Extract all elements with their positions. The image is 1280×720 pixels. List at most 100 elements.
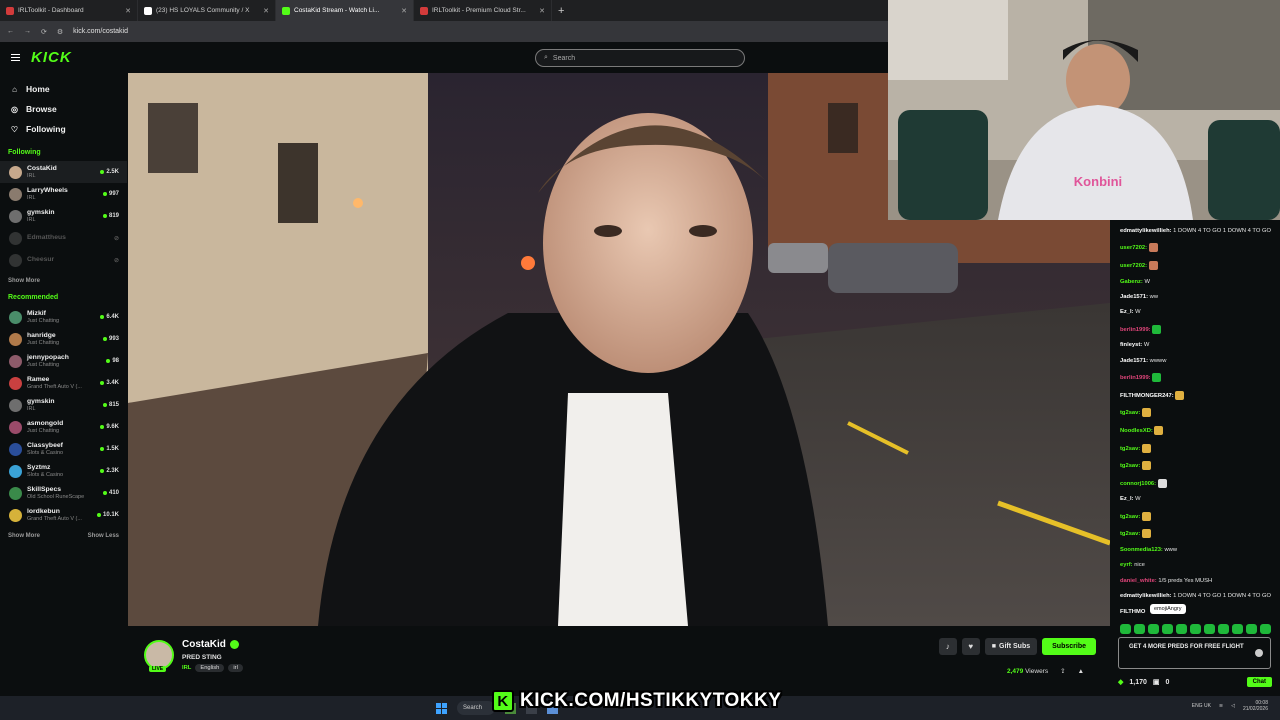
emote[interactable]: [1176, 624, 1187, 634]
menu-icon[interactable]: [11, 54, 20, 61]
sidebar-channel[interactable]: LarryWheels IRL 997: [0, 183, 127, 205]
emote[interactable]: [1120, 624, 1131, 634]
chat-text: 1/5 preds Yes MUSH: [1158, 577, 1213, 584]
emote[interactable]: [1232, 624, 1243, 634]
emote[interactable]: [1190, 624, 1201, 634]
clock[interactable]: 00:08 21/02/2026: [1243, 700, 1268, 712]
chat-username[interactable]: Soonmedia123:: [1120, 547, 1163, 553]
chat-username[interactable]: tg2sav:: [1120, 514, 1140, 520]
sidebar-channel[interactable]: SkillSpecs Old School RuneScape 410: [0, 482, 127, 504]
show-less-recommended[interactable]: Show Less: [88, 533, 119, 539]
emote[interactable]: [1162, 624, 1173, 634]
report-icon[interactable]: ▲: [1078, 668, 1084, 675]
chat-username[interactable]: tg2sav:: [1120, 411, 1140, 417]
heart-icon[interactable]: ♥: [961, 638, 980, 655]
sidebar-channel[interactable]: Ramee Grand Theft Auto V (... 3.4K: [0, 372, 127, 394]
chat-username[interactable]: Gabenz:: [1120, 279, 1143, 285]
points-icon[interactable]: ◆: [1118, 678, 1123, 686]
volume-icon[interactable]: ◁: [1231, 703, 1235, 709]
white-shirt: [558, 393, 688, 626]
nav-following[interactable]: ♡ Following: [0, 119, 127, 139]
taskbar-search[interactable]: Search: [457, 701, 495, 715]
sidebar-channel[interactable]: jennypopach Just Chatting 98: [0, 350, 127, 372]
chat-username[interactable]: berlin1999:: [1120, 327, 1151, 333]
chat-username[interactable]: Ez_l:: [1120, 309, 1134, 315]
windows-start-icon[interactable]: [436, 702, 447, 714]
tag-irl[interactable]: irl: [228, 664, 243, 672]
sidebar-channel[interactable]: asmongold Just Chatting 9.6K: [0, 416, 127, 438]
url-text[interactable]: kick.com/costakid: [73, 28, 128, 35]
chat-username[interactable]: Jade1571:: [1120, 294, 1148, 300]
tag-english[interactable]: English: [195, 664, 225, 672]
sidebar-channel[interactable]: CostaKid IRL 2.5K: [0, 161, 127, 183]
chat-send-button[interactable]: Chat: [1246, 677, 1272, 687]
site-info-icon[interactable]: ⚙: [57, 28, 63, 36]
forward-icon[interactable]: →: [24, 28, 31, 35]
chat-username[interactable]: tg2sav:: [1120, 531, 1140, 537]
chat-username[interactable]: NoodlesXD:: [1120, 428, 1153, 434]
nav-home[interactable]: ⌂ Home: [0, 79, 127, 99]
show-more-recommended[interactable]: Show More: [8, 533, 40, 539]
new-tab-icon[interactable]: +: [558, 5, 564, 17]
sidebar-channel[interactable]: gymskin IRL 815: [0, 394, 127, 416]
emote[interactable]: [1134, 624, 1145, 634]
browser-tab[interactable]: CostaKid Stream - Watch Li... ✕: [276, 0, 414, 21]
sidebar-channel[interactable]: hanridge Just Chatting 993: [0, 328, 127, 350]
sidebar-channel[interactable]: Cheesur ⊘: [0, 249, 127, 271]
close-tab-icon[interactable]: ✕: [125, 7, 131, 15]
chat-username[interactable]: Ez_l:: [1120, 496, 1134, 502]
chat-username[interactable]: user7202:: [1120, 246, 1147, 252]
sidebar-channel[interactable]: Syztmz Slots & Casino 2.3K: [0, 460, 127, 482]
tab-favicon-icon: [420, 6, 428, 15]
channel-category: IRL: [27, 405, 36, 412]
chat-username[interactable]: tg2sav:: [1120, 463, 1140, 469]
channel-name[interactable]: CostaKid: [182, 639, 226, 650]
chat-username[interactable]: Jade1571:: [1120, 358, 1148, 364]
chat-username[interactable]: tg2sav:: [1120, 446, 1140, 452]
browser-tab[interactable]: (23) HS LOYALS Community / X ✕: [138, 0, 276, 21]
sidebar-channel[interactable]: gymskin IRL 819: [0, 205, 127, 227]
emote[interactable]: [1148, 624, 1159, 634]
chat-username[interactable]: FILTHMO: [1120, 609, 1145, 615]
emote[interactable]: [1246, 624, 1257, 634]
sidebar-channel[interactable]: Classybeef Slots & Casino 1.5K: [0, 438, 127, 460]
kick-logo[interactable]: KICK: [31, 49, 72, 66]
bell-icon[interactable]: ♪: [938, 638, 957, 655]
nav-browse[interactable]: ◎ Browse: [0, 99, 127, 119]
chat-username[interactable]: edmattylikewillieh:: [1120, 228, 1172, 234]
language-indicator[interactable]: ENG UK: [1192, 703, 1211, 709]
gift-subs-button[interactable]: ■ Gift Subs: [984, 638, 1038, 655]
chat-username[interactable]: finleyst:: [1120, 342, 1142, 348]
wifi-icon[interactable]: ≋: [1219, 703, 1223, 709]
chat-input[interactable]: GET 4 MORE PREDS FOR FREE FLIGHT: [1118, 637, 1271, 669]
chat-username[interactable]: edmattylikewillieh:: [1120, 593, 1172, 599]
emote[interactable]: [1260, 624, 1271, 634]
subscribe-button[interactable]: Subscribe: [1042, 638, 1096, 655]
stream-category[interactable]: IRL: [182, 665, 191, 671]
tab-label: (23) HS LOYALS Community / X: [156, 7, 250, 14]
sidebar-channel[interactable]: lordkebun Grand Theft Auto V (... 10.1K: [0, 504, 127, 526]
chat-username[interactable]: daniel_white:: [1120, 578, 1157, 584]
show-more-following[interactable]: Show More: [8, 278, 40, 284]
browser-tab[interactable]: IRLToolkit - Dashboard ✕: [0, 0, 138, 21]
emote-bar[interactable]: [1120, 624, 1271, 634]
chat-username[interactable]: FILTHMONGER247:: [1120, 393, 1174, 399]
share-icon[interactable]: ⇪: [1060, 667, 1065, 675]
chat-username[interactable]: user7202:: [1120, 263, 1147, 269]
back-icon[interactable]: ←: [7, 28, 14, 35]
chat-message: connorj1006:: [1112, 478, 1280, 489]
close-tab-icon[interactable]: ✕: [263, 7, 269, 15]
emoji-icon[interactable]: [1255, 649, 1263, 657]
sidebar-channel[interactable]: Edmattheus ⊘: [0, 227, 127, 249]
chat-username[interactable]: berlin1999:: [1120, 375, 1151, 381]
emote[interactable]: [1204, 624, 1215, 634]
search-input[interactable]: ⌕ Search: [535, 49, 745, 67]
browser-tab[interactable]: IRLToolkit - Premium Cloud Str... ✕: [414, 0, 552, 21]
reload-icon[interactable]: ⟳: [41, 28, 47, 36]
close-tab-icon[interactable]: ✕: [401, 7, 407, 15]
sidebar-channel[interactable]: Mizkif Just Chatting 6.4K: [0, 306, 127, 328]
emote[interactable]: [1218, 624, 1229, 634]
chat-username[interactable]: connorj1006:: [1120, 481, 1156, 487]
chat-username[interactable]: eyrf:: [1120, 562, 1133, 568]
close-tab-icon[interactable]: ✕: [539, 7, 545, 15]
